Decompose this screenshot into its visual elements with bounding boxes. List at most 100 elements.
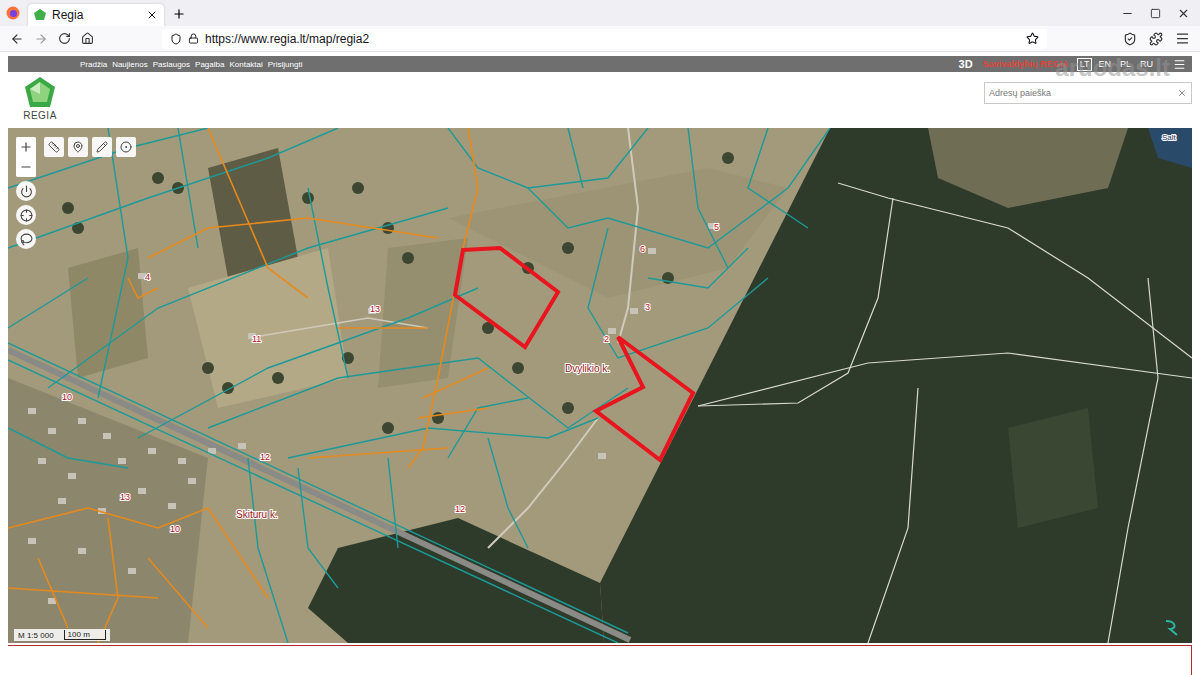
address-search[interactable]: Adresų paieška [984, 82, 1192, 104]
highlighted-parcel[interactable] [596, 337, 693, 460]
parcel-boundary[interactable] [488, 438, 528, 548]
language-button[interactable]: EN [1095, 58, 1114, 71]
zoom-in-button[interactable] [16, 137, 36, 157]
nav-link[interactable]: Kontaktai [229, 60, 262, 69]
language-button[interactable]: PL [1117, 58, 1134, 71]
parcel-boundary[interactable] [208, 358, 628, 428]
nav-link[interactable]: Pradžia [80, 60, 107, 69]
tree [302, 192, 314, 204]
ruler-icon [48, 141, 60, 153]
browser-tab[interactable]: Regia [28, 4, 164, 26]
forward-icon[interactable] [34, 32, 48, 46]
house-number: 6 [640, 244, 645, 254]
parcel-boundary[interactable] [208, 128, 308, 298]
parcel-boundary[interactable] [308, 188, 348, 378]
parcel-boundary[interactable] [8, 428, 128, 468]
parcel-boundary[interactable] [8, 360, 618, 643]
power-button[interactable] [16, 181, 36, 201]
home-icon[interactable] [81, 32, 94, 45]
parcel-boundary[interactable] [128, 278, 158, 298]
reload-icon[interactable] [58, 32, 71, 45]
regia-logo[interactable]: REGIA [10, 72, 70, 121]
measure-button[interactable] [44, 137, 64, 157]
lasso-button[interactable] [16, 229, 36, 249]
parcel-boundary[interactable] [423, 368, 488, 398]
parcel-boundary[interactable] [138, 288, 478, 438]
nav-link[interactable]: Naujienos [112, 60, 148, 69]
house-number: 12 [455, 504, 465, 514]
parcel-boundary[interactable] [688, 128, 728, 268]
parcel-boundary[interactable] [528, 128, 830, 248]
parcel-boundary[interactable] [248, 458, 288, 643]
parcel-boundary[interactable] [8, 278, 88, 328]
parcel-boundary[interactable] [98, 128, 128, 398]
parcel-boundary[interactable] [98, 518, 118, 643]
hamburger-menu-icon[interactable] [1173, 58, 1186, 71]
building [38, 458, 46, 464]
parcel-boundary[interactable] [148, 558, 208, 628]
nav-link[interactable]: Prisijungti [268, 60, 303, 69]
building [78, 418, 86, 424]
parcel-boundary[interactable] [8, 588, 158, 598]
close-window-icon[interactable] [1177, 7, 1190, 20]
parcel-boundary[interactable] [568, 128, 583, 188]
parcel-boundary[interactable] [8, 128, 338, 248]
toolbar-icons [1123, 31, 1190, 46]
new-tab-icon[interactable] [172, 7, 186, 21]
parcel-boundary[interactable] [588, 228, 768, 358]
point-button[interactable] [116, 137, 136, 157]
parcel-boundary[interactable] [418, 408, 488, 418]
parcel-boundary[interactable] [178, 128, 198, 248]
map-toolbar [44, 137, 136, 157]
highlighted-parcel[interactable] [455, 248, 558, 347]
parcel-boundary[interactable] [8, 343, 628, 633]
maximize-icon[interactable] [1150, 8, 1161, 19]
nav-link[interactable]: Pagalba [195, 60, 224, 69]
nav-link[interactable]: Paslaugos [153, 60, 190, 69]
zoom-out-button[interactable] [16, 157, 36, 177]
parcel-boundary[interactable] [648, 248, 748, 288]
clear-search-icon[interactable] [1177, 88, 1187, 98]
parcel-boundary[interactable] [8, 128, 208, 188]
house-number: 5 [714, 222, 719, 232]
parcel-boundary[interactable] [388, 458, 398, 548]
parcel-boundary[interactable] [148, 218, 438, 258]
tree [152, 172, 164, 184]
3d-toggle[interactable]: 3D [959, 58, 973, 70]
map-canvas[interactable]: 1311235641012131012Dvylikio k.Skituru k.… [8, 128, 1192, 643]
parcel-boundary[interactable] [298, 468, 338, 588]
parcel-boundary[interactable] [448, 398, 528, 458]
close-tab-icon[interactable] [146, 9, 158, 21]
app-menu-icon[interactable] [1175, 31, 1190, 46]
tree [202, 362, 214, 374]
language-button[interactable]: RU [1137, 58, 1156, 71]
tree [62, 202, 74, 214]
parcel-boundary[interactable] [408, 128, 478, 468]
language-button[interactable]: LT [1077, 58, 1093, 71]
house-number: 4 [145, 272, 150, 282]
draw-button[interactable] [92, 137, 112, 157]
url-field[interactable]: https://www.regia.lt/map/regia2 [162, 29, 1047, 49]
map[interactable]: 1311235641012131012Dvylikio k.Skituru k.… [8, 128, 1192, 643]
forest [308, 518, 604, 643]
parcel-boundary[interactable] [448, 128, 648, 188]
parcel-boundary[interactable] [8, 508, 268, 598]
product-link[interactable]: Savivaldybių REGIA [983, 59, 1069, 69]
parcel-boundary[interactable] [308, 448, 448, 458]
building [78, 548, 86, 554]
parcel-boundary[interactable] [748, 128, 808, 228]
parcel-boundary[interactable] [288, 418, 598, 458]
tracking-shield-icon[interactable] [170, 33, 182, 45]
minimize-icon[interactable] [1121, 7, 1134, 20]
extension-icon[interactable] [1149, 32, 1163, 46]
house-number: 2 [604, 334, 609, 344]
pocket-icon[interactable] [1123, 32, 1137, 46]
marker-button[interactable] [68, 137, 88, 157]
parcel-boundary[interactable] [38, 558, 68, 628]
parcel-boundary[interactable] [48, 208, 448, 388]
bookmark-star-icon[interactable] [1026, 32, 1039, 45]
back-icon[interactable] [10, 32, 24, 46]
locate-button[interactable] [16, 205, 36, 225]
parcel-boundary[interactable] [338, 327, 428, 329]
lake-label: Salt [1162, 133, 1177, 142]
